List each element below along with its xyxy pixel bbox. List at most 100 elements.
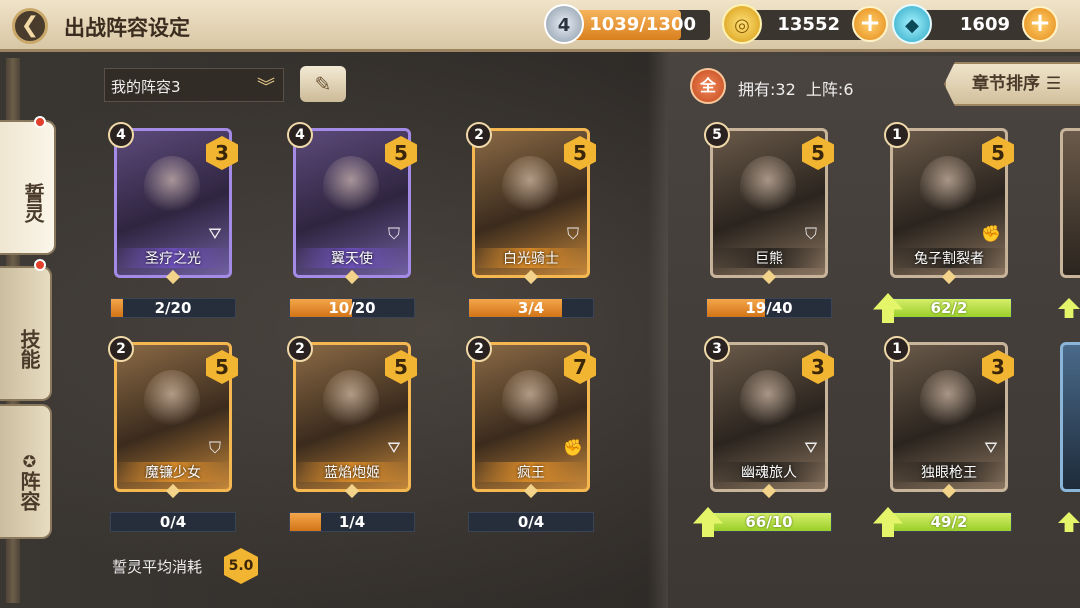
hero-face xyxy=(144,156,200,216)
progress-fill xyxy=(111,299,124,317)
sort-button[interactable]: 章节排序 ☰ xyxy=(944,62,1080,106)
lineup-select-value: 我的阵容3 xyxy=(111,78,181,96)
hero-card[interactable]: 5 5 ⛉ 巨熊 xyxy=(704,122,834,285)
hero-face xyxy=(502,370,558,430)
hero-face xyxy=(920,156,976,216)
hero-name: 蓝焰炮姬 xyxy=(293,462,411,482)
hero-card[interactable]: 4 3 ⛛ 圣疗之光 xyxy=(108,122,238,285)
star-level-badge: 5 xyxy=(704,122,730,148)
star-level-badge: 2 xyxy=(287,336,313,362)
shard-progress-text: 10/20 xyxy=(328,299,376,317)
back-button[interactable]: ❮ xyxy=(12,8,48,44)
hero-card[interactable]: 2 5 ⛉ 白光骑士 xyxy=(466,122,596,285)
star-level-badge: 4 xyxy=(287,122,313,148)
shard-progress-text: 3/4 xyxy=(517,299,545,317)
add-gold-button[interactable]: + xyxy=(852,6,888,42)
hero-card[interactable]: 1 3 ⛛ 独眼枪王 xyxy=(884,336,1014,499)
bow-class-icon: ⛛ xyxy=(804,438,818,457)
shield-class-icon: ⛉ xyxy=(804,224,817,243)
filter-all-button[interactable]: 全 xyxy=(690,68,726,104)
sort-label: 章节排序 xyxy=(972,74,1040,94)
hero-face xyxy=(740,156,796,216)
shard-progress-text: 62/2 xyxy=(930,299,968,317)
rename-lineup-button[interactable]: ✎ xyxy=(300,66,346,102)
hero-face xyxy=(323,370,379,430)
lineup-tab-icon: ✪ xyxy=(20,452,39,471)
shard-progress-bar: 0/4 xyxy=(110,512,236,532)
hero-name: 魔镰少女 xyxy=(114,462,232,482)
fist-class-icon: ✊ xyxy=(981,224,1001,243)
shard-progress-text: 1/4 xyxy=(338,513,366,531)
gold-coin-icon: ◎ xyxy=(722,4,762,44)
hero-card[interactable]: 2 7 ✊ 疯王 xyxy=(466,336,596,499)
hero-name: 翼天使 xyxy=(293,248,411,268)
tab-lineup[interactable]: ✪阵容 xyxy=(0,404,52,539)
list-icon: ☰ xyxy=(1045,74,1062,94)
shard-progress-bar: 49/2 xyxy=(873,507,1012,537)
owned-count: 拥有:32 上阵:6 xyxy=(738,80,854,99)
add-gem-button[interactable]: + xyxy=(1022,6,1058,42)
hero-card[interactable]: 4 5 ⛉ 翼天使 xyxy=(287,122,417,285)
scroll-quill-icon: ✎ xyxy=(314,72,332,96)
hero-name: 幽魂旅人 xyxy=(710,462,828,482)
bow-class-icon: ⛛ xyxy=(984,438,998,457)
shard-progress-bar: 62/2 xyxy=(873,293,1012,323)
notification-dot xyxy=(34,259,46,271)
gem-counter: ◆ 1609 + xyxy=(892,4,1058,44)
hero-name: 独眼枪王 xyxy=(890,462,1008,482)
shield-class-icon: ⛉ xyxy=(387,224,400,243)
hero-name: 圣疗之光 xyxy=(114,248,232,268)
hero-face xyxy=(502,156,558,216)
shard-progress-bar: 2/20 xyxy=(110,298,236,318)
tab-skills[interactable]: 技能 xyxy=(0,266,52,401)
shard-progress-bar: 10/20 xyxy=(289,298,415,318)
fist-class-icon: ✊ xyxy=(563,438,583,457)
shard-progress-bar: 0/4 xyxy=(468,512,594,532)
shard-progress-bar: 1/4 xyxy=(289,512,415,532)
gem-value: 1609 xyxy=(959,14,1010,35)
hero-face xyxy=(144,370,200,430)
top-bar: ❮ 出战阵容设定 4 1039/1300 ◎ 13552 + ◆ 1609 + xyxy=(0,0,1080,52)
shard-progress-text: 0/4 xyxy=(159,513,187,531)
chevron-down-icon: ︾ xyxy=(257,77,275,98)
avg-cost-label: 誓灵平均消耗 xyxy=(112,558,203,576)
star-level-badge: 2 xyxy=(466,122,492,148)
star-level-badge: 2 xyxy=(108,336,134,362)
shard-progress-text: 49/2 xyxy=(930,513,968,531)
hero-card[interactable]: 1 5 ✊ 兔子割裂者 xyxy=(884,122,1014,285)
bow-class-icon: ⛛ xyxy=(208,224,222,243)
star-level-badge: 3 xyxy=(704,336,730,362)
energy-value: 1039/1300 xyxy=(589,14,696,35)
energy-counter: 4 1039/1300 xyxy=(544,4,710,44)
shard-progress-text: 19/40 xyxy=(745,299,793,317)
hero-face xyxy=(740,370,796,430)
shard-progress-bar: 3/4 xyxy=(468,298,594,318)
partial-card[interactable] xyxy=(1060,342,1080,492)
hero-face xyxy=(920,370,976,430)
notification-dot xyxy=(34,116,46,128)
energy-icon: 4 xyxy=(544,4,584,44)
star-level-badge: 1 xyxy=(884,336,910,362)
star-level-badge: 2 xyxy=(466,336,492,362)
hero-name: 兔子割裂者 xyxy=(890,248,1008,268)
tab-label: 技能 xyxy=(17,328,41,369)
shard-progress-bar: 66/10 xyxy=(693,507,832,537)
tab-label: 誓灵 xyxy=(21,182,45,223)
hero-name: 巨熊 xyxy=(710,248,828,268)
partial-card[interactable] xyxy=(1060,128,1080,278)
gold-value: 13552 xyxy=(777,14,840,35)
gem-icon: ◆ xyxy=(892,4,932,44)
shard-progress-text: 0/4 xyxy=(517,513,545,531)
shield-class-icon: ⛉ xyxy=(208,438,221,457)
gold-counter: ◎ 13552 + xyxy=(722,4,888,44)
hero-name: 白光骑士 xyxy=(472,248,590,268)
progress-fill xyxy=(290,513,321,531)
hero-card[interactable]: 2 5 ⛛ 蓝焰炮姬 xyxy=(287,336,417,499)
tab-oath-spirits[interactable]: 誓灵 xyxy=(0,120,56,255)
star-level-badge: 1 xyxy=(884,122,910,148)
hero-card[interactable]: 3 3 ⛛ 幽魂旅人 xyxy=(704,336,834,499)
shard-progress-text: 2/20 xyxy=(154,299,192,317)
star-level-badge: 4 xyxy=(108,122,134,148)
lineup-select[interactable]: 我的阵容3 ︾ xyxy=(104,68,284,102)
hero-card[interactable]: 2 5 ⛉ 魔镰少女 xyxy=(108,336,238,499)
